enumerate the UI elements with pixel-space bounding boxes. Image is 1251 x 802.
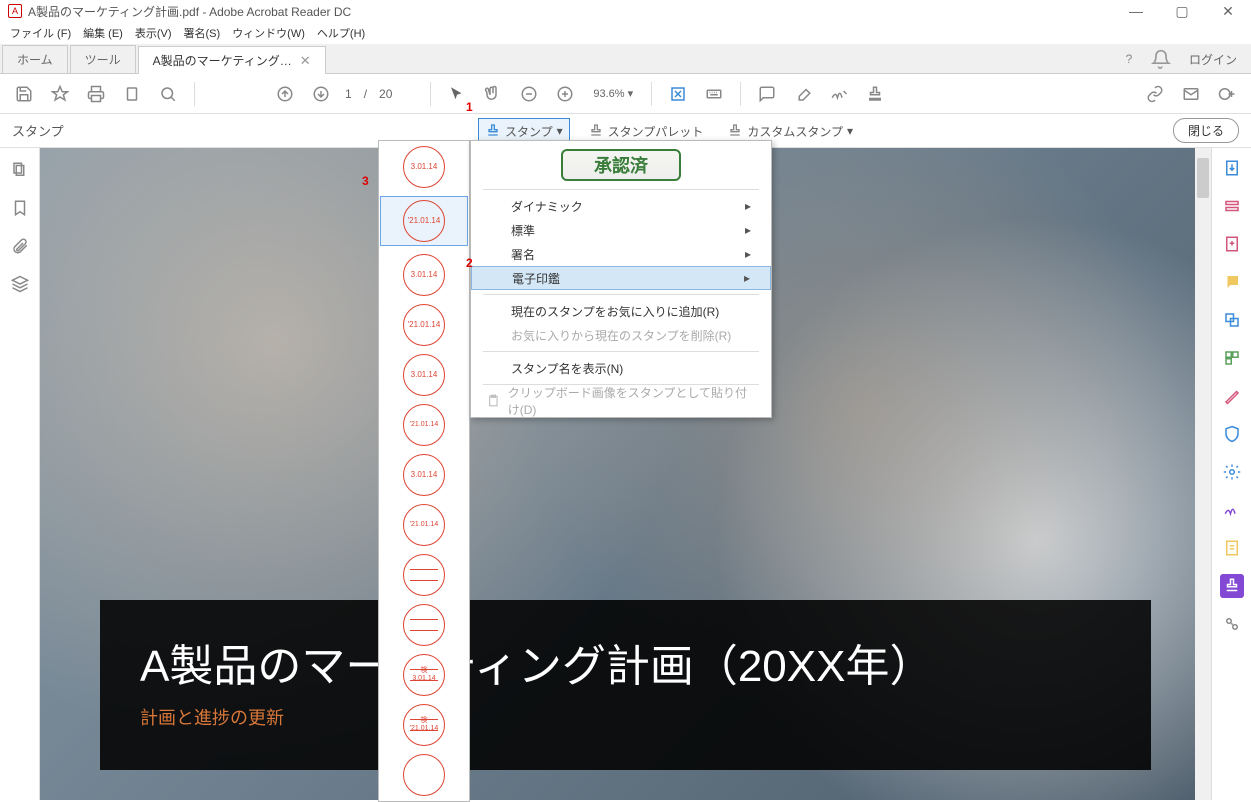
maximize-button[interactable]: ▢: [1159, 0, 1205, 22]
convert-icon[interactable]: [1220, 536, 1244, 560]
thumbnails-icon[interactable]: [10, 160, 30, 180]
create-pdf-icon[interactable]: [1220, 232, 1244, 256]
comment-tools-icon[interactable]: [1220, 270, 1244, 294]
find-icon[interactable]: [152, 78, 184, 110]
edit-pdf-icon[interactable]: [1220, 194, 1244, 218]
annotation-3: 3: [362, 174, 369, 188]
approved-stamp-preview[interactable]: 承認済: [561, 149, 681, 181]
vertical-scrollbar[interactable]: [1195, 148, 1211, 800]
menu-sign[interactable]: 署名▸: [471, 242, 771, 266]
sign-icon[interactable]: [1220, 498, 1244, 522]
comment-icon[interactable]: [751, 78, 783, 110]
page-up-icon[interactable]: [269, 78, 301, 110]
zoom-in-icon[interactable]: [549, 78, 581, 110]
stamp-inspect-1[interactable]: 検3.01.14: [403, 654, 445, 696]
keyboard-icon[interactable]: [698, 78, 730, 110]
stamp-date-5[interactable]: 3.01.14: [403, 354, 445, 396]
menu-clipboard: クリップボード画像をスタンプとして貼り付け(D): [471, 389, 771, 413]
share-icon[interactable]: [1211, 78, 1243, 110]
save-icon[interactable]: [8, 78, 40, 110]
gear-icon[interactable]: [1220, 460, 1244, 484]
stamp-date-3[interactable]: 3.01.14: [403, 254, 445, 296]
page-total: 20: [375, 87, 396, 101]
menu-edit[interactable]: 編集 (E): [77, 25, 129, 41]
signature-icon[interactable]: [823, 78, 855, 110]
menu-eseal[interactable]: 電子印鑑▸: [471, 266, 771, 290]
stamp-inspect-2[interactable]: 検'21.01.14: [403, 704, 445, 746]
star-icon[interactable]: [44, 78, 76, 110]
close-button[interactable]: ✕: [1205, 0, 1251, 22]
menu-sign[interactable]: 署名(S): [178, 25, 227, 41]
stamp-date-6[interactable]: '21.01.14: [403, 404, 445, 446]
mail-icon[interactable]: [1175, 78, 1207, 110]
tab-close-icon[interactable]: ✕: [300, 53, 311, 69]
export-pdf-icon[interactable]: [1220, 156, 1244, 180]
window-title: A製品のマーケティング計画.pdf - Adobe Acrobat Reader…: [28, 3, 351, 20]
stamp-date-8[interactable]: '21.01.14: [403, 504, 445, 546]
help-icon[interactable]: ?: [1119, 49, 1139, 69]
doc-subtitle: 計画と進捗の更新: [140, 704, 1111, 730]
hand-icon[interactable]: [477, 78, 509, 110]
menu-show-name[interactable]: スタンプ名を表示(N): [471, 356, 771, 380]
annotation-2: 2: [466, 256, 473, 270]
highlight-icon[interactable]: [787, 78, 819, 110]
stamp-date-7[interactable]: 3.01.14: [403, 454, 445, 496]
redact-icon[interactable]: [1220, 384, 1244, 408]
zoom-value[interactable]: 93.6% ▾: [585, 87, 641, 100]
page-down-icon[interactable]: [305, 78, 337, 110]
layers-icon[interactable]: [10, 274, 30, 294]
menu-help[interactable]: ヘルプ(H): [311, 25, 371, 41]
menu-bar: ファイル (F) 編集 (E) 表示(V) 署名(S) ウィンドウ(W) ヘルプ…: [0, 22, 1251, 44]
more-tools-icon[interactable]: [1220, 612, 1244, 636]
annotation-1: 1: [466, 100, 473, 114]
fit-icon[interactable]: [662, 78, 694, 110]
stamp-dropdown-menu: 承認済 ダイナミック▸ 標準▸ 署名▸ 電子印鑑▸ 現在のスタンプをお気に入りに…: [470, 140, 772, 418]
menu-delete-favorite: お気に入りから現在のスタンプを削除(R): [471, 323, 771, 347]
organize-icon[interactable]: [1220, 346, 1244, 370]
stamp-active-icon[interactable]: [1220, 574, 1244, 598]
menu-standard[interactable]: 標準▸: [471, 218, 771, 242]
menu-file[interactable]: ファイル (F): [4, 25, 77, 41]
app-icon: A: [8, 4, 22, 18]
stamp-blank-2[interactable]: [403, 604, 445, 646]
combine-icon[interactable]: [1220, 308, 1244, 332]
stamp-date-2-selected[interactable]: '21.01.14: [380, 196, 468, 246]
stamp-date-4[interactable]: '21.01.14: [403, 304, 445, 346]
custom-stamp-label: カスタムスタンプ: [747, 123, 843, 140]
page-sep: /: [360, 87, 371, 101]
bookmark-icon[interactable]: [10, 198, 30, 218]
attachment-icon[interactable]: [10, 236, 30, 256]
stamp-palette-label: スタンプパレット: [608, 123, 704, 140]
tab-document-label: A製品のマーケティング…: [153, 52, 292, 69]
menu-window[interactable]: ウィンドウ(W): [226, 25, 311, 41]
close-panel-button[interactable]: 閉じる: [1173, 118, 1239, 143]
tab-tools[interactable]: ツール: [70, 45, 136, 73]
stamp-gallery: 3.01.14 '21.01.14 3.01.14 '21.01.14 3.01…: [378, 140, 470, 802]
protect-icon[interactable]: [1220, 422, 1244, 446]
tab-document[interactable]: A製品のマーケティング… ✕: [138, 46, 326, 74]
stamp-blank-3[interactable]: [403, 754, 445, 796]
link-icon[interactable]: [1139, 78, 1171, 110]
minimize-button[interactable]: —: [1113, 0, 1159, 22]
print2-icon[interactable]: [116, 78, 148, 110]
bell-icon[interactable]: [1151, 49, 1171, 69]
stamp-date-1[interactable]: 3.01.14: [403, 146, 445, 188]
tab-home[interactable]: ホーム: [2, 45, 68, 73]
stamp-blank-1[interactable]: [403, 554, 445, 596]
menu-view[interactable]: 表示(V): [129, 25, 178, 41]
stamp-label: スタンプ: [505, 123, 553, 140]
login-button[interactable]: ログイン: [1183, 51, 1243, 68]
zoom-out-icon[interactable]: [513, 78, 545, 110]
page-current[interactable]: 1: [341, 87, 356, 101]
menu-add-favorite[interactable]: 現在のスタンプをお気に入りに追加(R): [471, 299, 771, 323]
doc-title: A製品のマーケティング計画（20XX年）: [140, 630, 1111, 694]
menu-dynamic[interactable]: ダイナミック▸: [471, 194, 771, 218]
print-icon[interactable]: [80, 78, 112, 110]
stamp-panel-label: スタンプ: [12, 121, 64, 140]
stamp-tool-icon[interactable]: [859, 78, 891, 110]
